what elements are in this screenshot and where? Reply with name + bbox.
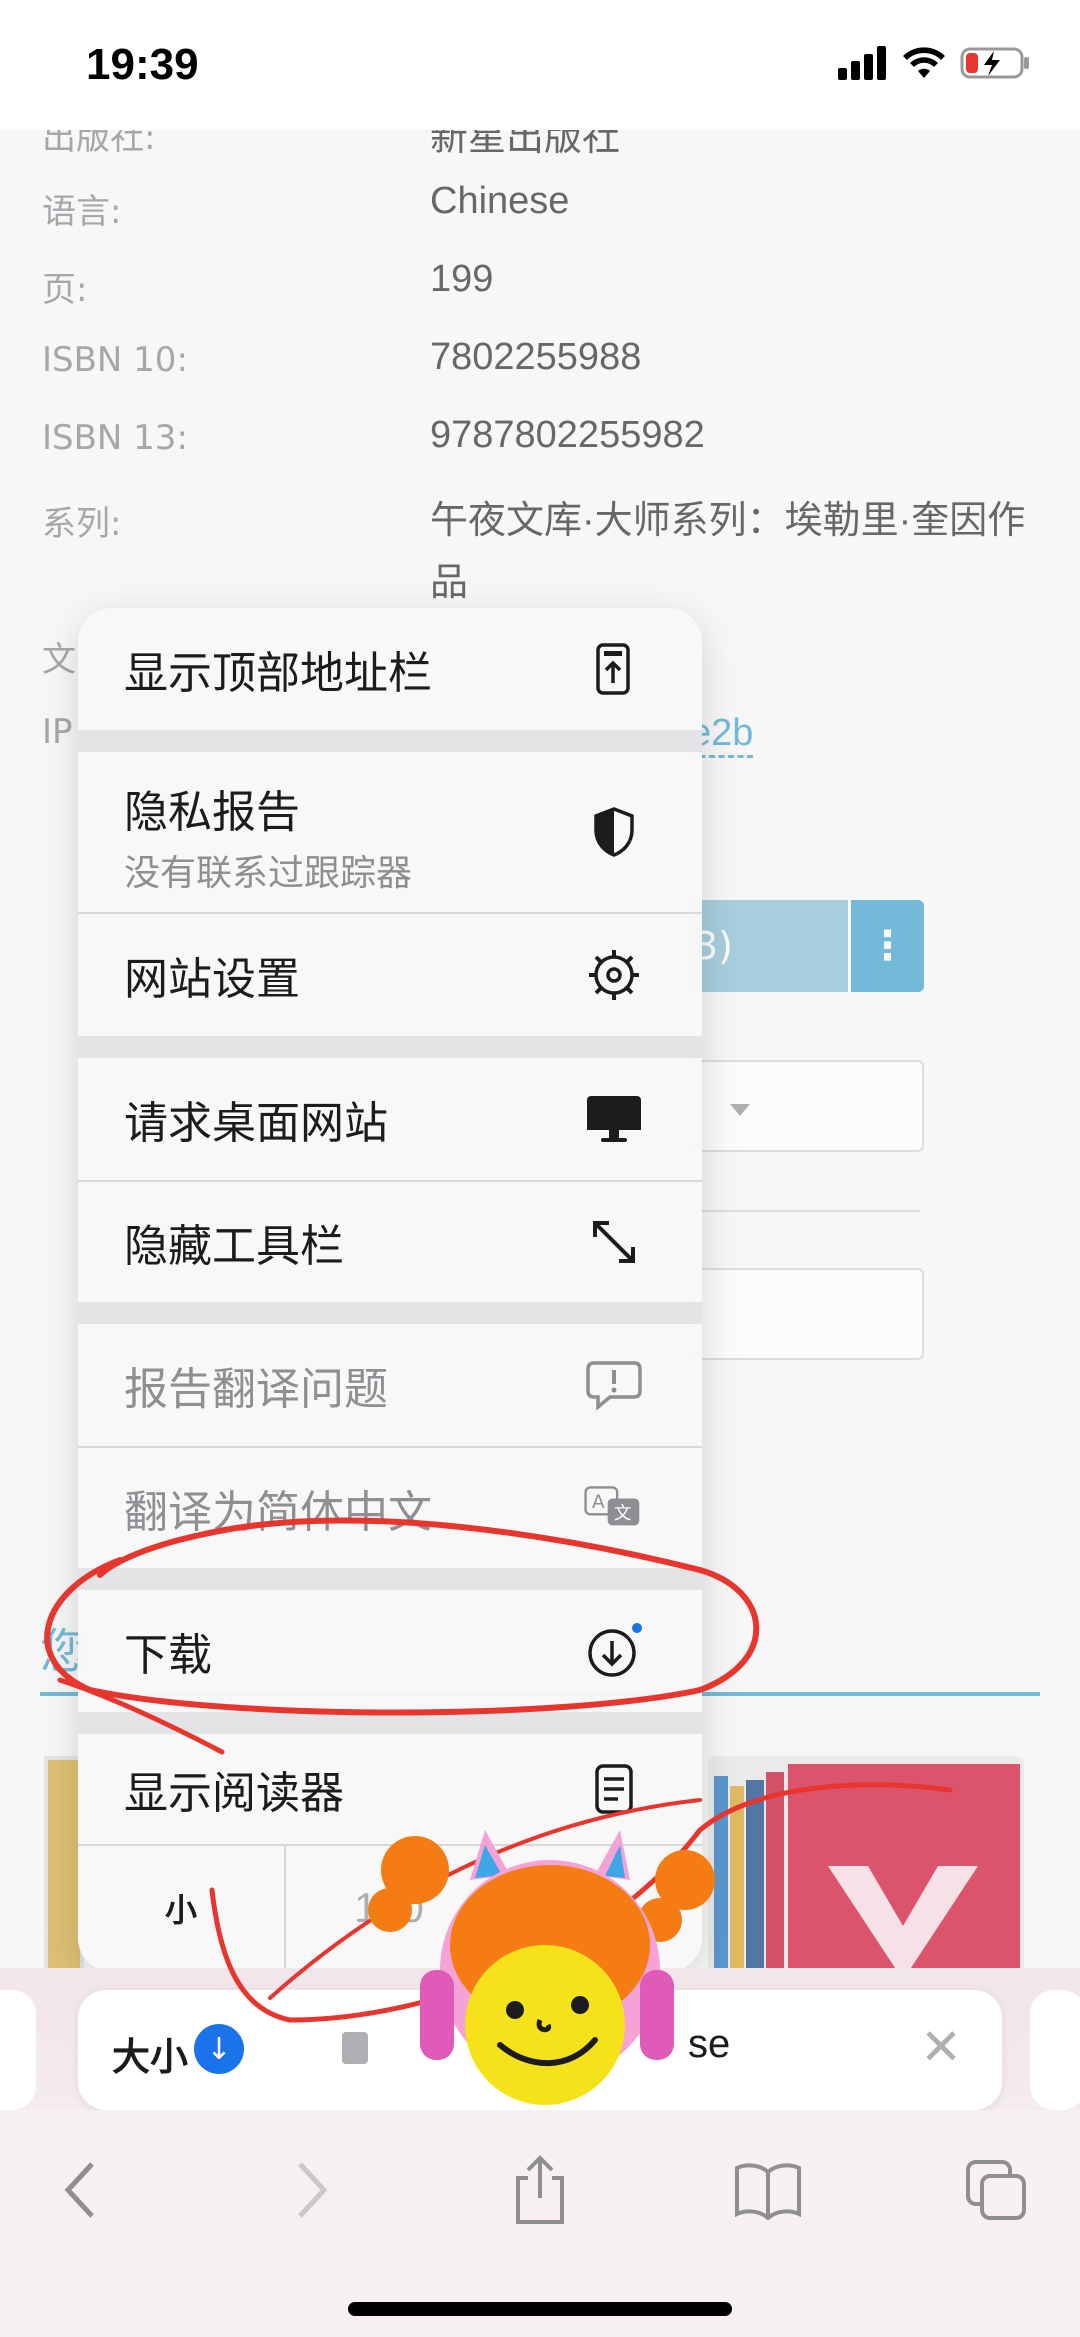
download-progress-icon[interactable]: ↓ [194, 2024, 244, 2074]
tabs-button[interactable] [956, 2150, 1036, 2230]
share-button[interactable] [500, 2150, 580, 2230]
menu-group-gap [78, 1568, 702, 1590]
next-tab-peek[interactable] [1030, 1990, 1080, 2110]
previous-tab-peek[interactable] [0, 1990, 36, 2110]
back-button[interactable] [40, 2150, 120, 2230]
menu-item-downloads[interactable]: 下载 [78, 1590, 702, 1712]
status-icons [838, 46, 1030, 80]
page-settings-button[interactable]: 大小 [112, 2026, 188, 2081]
book-icon [735, 2163, 801, 2220]
chevron-left-icon [64, 2162, 94, 2218]
menu-item-label: 翻译为简体中文 [124, 1487, 432, 1538]
menu-item-website-settings[interactable]: 网站设置 [78, 914, 702, 1036]
tabs-icon [966, 2160, 1026, 2220]
download-icon [584, 1621, 644, 1681]
menu-item-translate-to-simplified-chinese[interactable]: 翻译为简体中文 A文 [78, 1448, 702, 1568]
home-indicator [348, 2302, 732, 2316]
share-icon [516, 2155, 564, 2224]
battery-charging-icon [960, 47, 1029, 79]
menu-item-label: 显示阅读器 [124, 1768, 344, 1819]
forward-button[interactable] [272, 2150, 352, 2230]
status-time: 19:39 [86, 40, 199, 89]
menu-item-label: 请求桌面网站 [124, 1098, 388, 1149]
report-bubble-icon [584, 1355, 644, 1415]
reader-icon [584, 1759, 644, 1819]
menu-item-show-top-address-bar[interactable]: 显示顶部地址栏 [78, 608, 702, 730]
menu-item-label: 网站设置 [124, 954, 300, 1005]
translate-icon: A文 [584, 1478, 644, 1538]
zoom-out-label: 小 [164, 1891, 197, 1929]
page-menu-popover: 显示顶部地址栏 隐私报告 没有联系过跟踪器 网站设置 请求桌面网站 隐藏工具栏 … [78, 608, 702, 1972]
wifi-icon [903, 47, 945, 78]
expand-arrows-icon [584, 1212, 644, 1272]
cartoon-sticker [368, 1830, 715, 2105]
address-bar-top-icon [584, 639, 644, 699]
menu-item-label: 隐藏工具栏 [124, 1221, 344, 1272]
bookmarks-button[interactable] [728, 2150, 808, 2230]
menu-group-gap [78, 730, 702, 752]
menu-group-gap [78, 1712, 702, 1734]
svg-text:A: A [592, 1491, 605, 1513]
menu-group-gap [78, 1036, 702, 1058]
menu-item-request-desktop-site[interactable]: 请求桌面网站 [78, 1058, 702, 1180]
chevron-right-icon [298, 2162, 328, 2218]
menu-item-label: 隐私报告 [124, 787, 300, 838]
desktop-icon [584, 1089, 644, 1149]
privacy-shield-icon [584, 802, 644, 862]
menu-item-report-translation-issue[interactable]: 报告翻译问题 [78, 1324, 702, 1446]
menu-item-label: 显示顶部地址栏 [124, 648, 432, 699]
menu-item-hide-toolbar[interactable]: 隐藏工具栏 [78, 1182, 702, 1302]
zoom-out-button[interactable]: 小 [78, 1844, 286, 1972]
menu-item-label: 报告翻译问题 [124, 1364, 388, 1415]
cellular-signal-icon [838, 46, 886, 80]
clear-url-icon[interactable]: ✕ [920, 2018, 962, 2076]
menu-item-label: 下载 [124, 1630, 212, 1681]
svg-text:文: 文 [614, 1504, 631, 1524]
menu-group-gap [78, 1302, 702, 1324]
menu-item-privacy-report[interactable]: 隐私报告 没有联系过跟踪器 [78, 752, 702, 912]
gear-icon [584, 945, 644, 1005]
status-bar: 19:39 [0, 0, 1080, 130]
